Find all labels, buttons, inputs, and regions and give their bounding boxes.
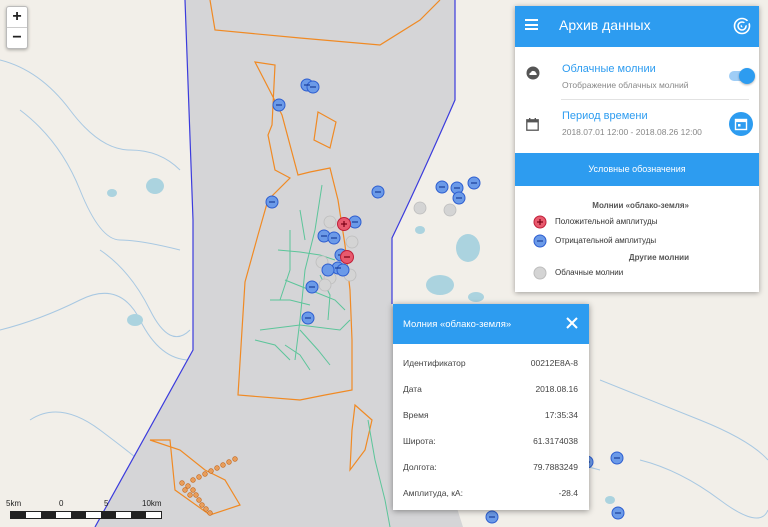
positive-strike-icon: [533, 215, 547, 229]
time-period-title: Период времени: [562, 110, 648, 122]
cloud-lightning-toggle[interactable]: [729, 68, 755, 84]
divider: [561, 99, 749, 100]
time-period-range: 2018.07.01 12:00 - 2018.08.26 12:00: [562, 127, 702, 137]
info-key: Время: [403, 410, 429, 420]
popup-header: Молния «облако-земля»: [393, 304, 589, 344]
zoom-control: + −: [6, 6, 28, 49]
data-archive-panel: Архив данных Облачные молнии Отображение…: [515, 6, 759, 292]
close-icon[interactable]: [564, 315, 580, 331]
info-key: Широта:: [403, 436, 436, 446]
menu-icon[interactable]: [525, 19, 538, 30]
info-value: 79.7883249: [533, 462, 578, 472]
radar-logo-icon[interactable]: [733, 17, 751, 35]
cloud-icon: [526, 66, 540, 80]
negative-strike-icon: [533, 234, 547, 248]
info-key: Амплитуда, кА:: [403, 488, 463, 498]
info-key: Дата: [403, 384, 422, 394]
calendar-icon: [734, 118, 748, 131]
cloud-lightning-title: Облачные молнии: [562, 63, 656, 75]
info-value: 17:35:34: [544, 410, 578, 420]
info-value: -28.4: [558, 488, 578, 498]
legend-header-cg: Молнии «облако-земля»: [592, 201, 689, 210]
calendar-button[interactable]: [729, 112, 753, 136]
scale-label: 0: [59, 499, 64, 508]
legend-cloud-label: Облачные молнии: [555, 268, 624, 277]
info-key: Долгота:: [403, 462, 437, 472]
info-value: 61.3174038: [533, 436, 578, 446]
info-value: 2018.08.16: [535, 384, 578, 394]
scale-label: 5: [104, 499, 109, 508]
scale-bar: 5km 0 5 10km: [4, 499, 164, 521]
cloud-strike-icon: [533, 266, 547, 280]
legend-button[interactable]: Условные обозначения: [515, 153, 759, 186]
panel-title: Архив данных: [559, 17, 651, 33]
calendar-small-icon: [526, 118, 539, 131]
zoom-in-button[interactable]: +: [7, 7, 27, 27]
info-value: 00212E8A-8: [530, 358, 578, 368]
scale-label: 10km: [142, 499, 162, 508]
cloud-lightning-subtitle: Отображение облачных молний: [562, 80, 689, 90]
panel-header: Архив данных: [515, 6, 759, 47]
scale-graphic: [10, 511, 162, 519]
info-key: Идентификатор: [403, 358, 466, 368]
strike-info-popup: Молния «облако-земля» Идентификатор 00212…: [393, 304, 589, 510]
zoom-out-button[interactable]: −: [7, 27, 27, 48]
popup-title: Молния «облако-земля»: [403, 319, 512, 330]
scale-label: 5km: [6, 499, 22, 508]
legend-positive-label: Положительной амплитуды: [555, 217, 658, 226]
legend-header-other: Другие молнии: [628, 253, 689, 262]
legend-negative-label: Отрицательной амплитуды: [555, 236, 657, 245]
